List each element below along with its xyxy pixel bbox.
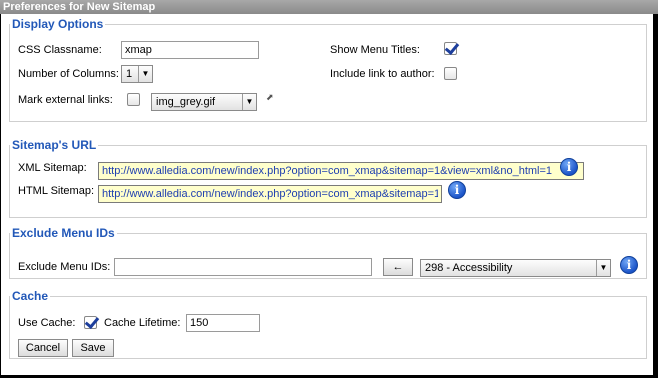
cache-fieldset: Cache Use Cache: Cache Lifetime: Cancel … [9, 289, 647, 359]
include-link-label: Include link to author: [330, 68, 435, 80]
display-options-legend: Display Options [12, 17, 104, 31]
html-sitemap-field[interactable] [98, 185, 442, 203]
exclude-menu-input[interactable] [114, 258, 372, 276]
exclude-menu-label: Exclude Menu IDs: [18, 261, 111, 273]
add-menu-id-button[interactable]: ← [383, 258, 413, 276]
include-link-checkbox[interactable] [444, 67, 457, 80]
external-image-select[interactable]: img_grey.gif ▼ [151, 93, 257, 111]
external-link-icon[interactable]: ⬈ [266, 93, 275, 102]
menu-item-select[interactable]: 298 - Accessibility ▼ [420, 259, 611, 277]
xml-sitemap-field[interactable] [98, 162, 584, 180]
external-links-label: Mark external links: [18, 94, 113, 106]
preferences-panel: Display Options CSS Classname: Number of… [1, 14, 653, 375]
show-menu-titles-checkbox[interactable] [444, 42, 457, 55]
css-classname-input[interactable] [121, 41, 259, 59]
cache-lifetime-label: Cache Lifetime: [104, 317, 181, 329]
html-sitemap-label: HTML Sitemap: [18, 185, 95, 197]
menu-item-value: 298 - Accessibility [425, 262, 513, 274]
external-image-value: img_grey.gif [156, 96, 216, 108]
columns-value: 1 [126, 68, 133, 80]
info-icon[interactable]: i [620, 256, 638, 274]
info-icon[interactable]: i [560, 158, 578, 176]
use-cache-label: Use Cache: [18, 317, 76, 329]
xml-sitemap-label: XML Sitemap: [18, 162, 87, 174]
window-title: Preferences for New Sitemap [0, 0, 658, 14]
css-classname-label: CSS Classname: [18, 44, 102, 56]
chevron-down-icon: ▼ [596, 260, 610, 276]
cache-lifetime-input[interactable] [186, 314, 260, 332]
chevron-down-icon: ▼ [138, 66, 152, 82]
sitemap-url-legend: Sitemap's URL [12, 138, 97, 152]
save-button[interactable]: Save [72, 339, 114, 357]
chevron-down-icon: ▼ [242, 94, 256, 110]
exclude-menu-fieldset: Exclude Menu IDs Exclude Menu IDs: ← 298… [9, 226, 647, 279]
display-options-fieldset: Display Options CSS Classname: Number of… [9, 17, 647, 122]
columns-label: Number of Columns: [18, 68, 119, 80]
use-cache-checkbox[interactable] [84, 316, 97, 329]
cache-legend: Cache [12, 289, 49, 303]
exclude-menu-legend: Exclude Menu IDs [12, 226, 115, 240]
sitemap-url-fieldset: Sitemap's URL XML Sitemap: i HTML Sitema… [9, 138, 647, 218]
cancel-button[interactable]: Cancel [18, 339, 68, 357]
external-links-checkbox[interactable] [127, 93, 140, 106]
show-menu-titles-label: Show Menu Titles: [330, 44, 420, 56]
info-icon[interactable]: i [448, 181, 466, 199]
columns-select[interactable]: 1 ▼ [121, 65, 153, 83]
